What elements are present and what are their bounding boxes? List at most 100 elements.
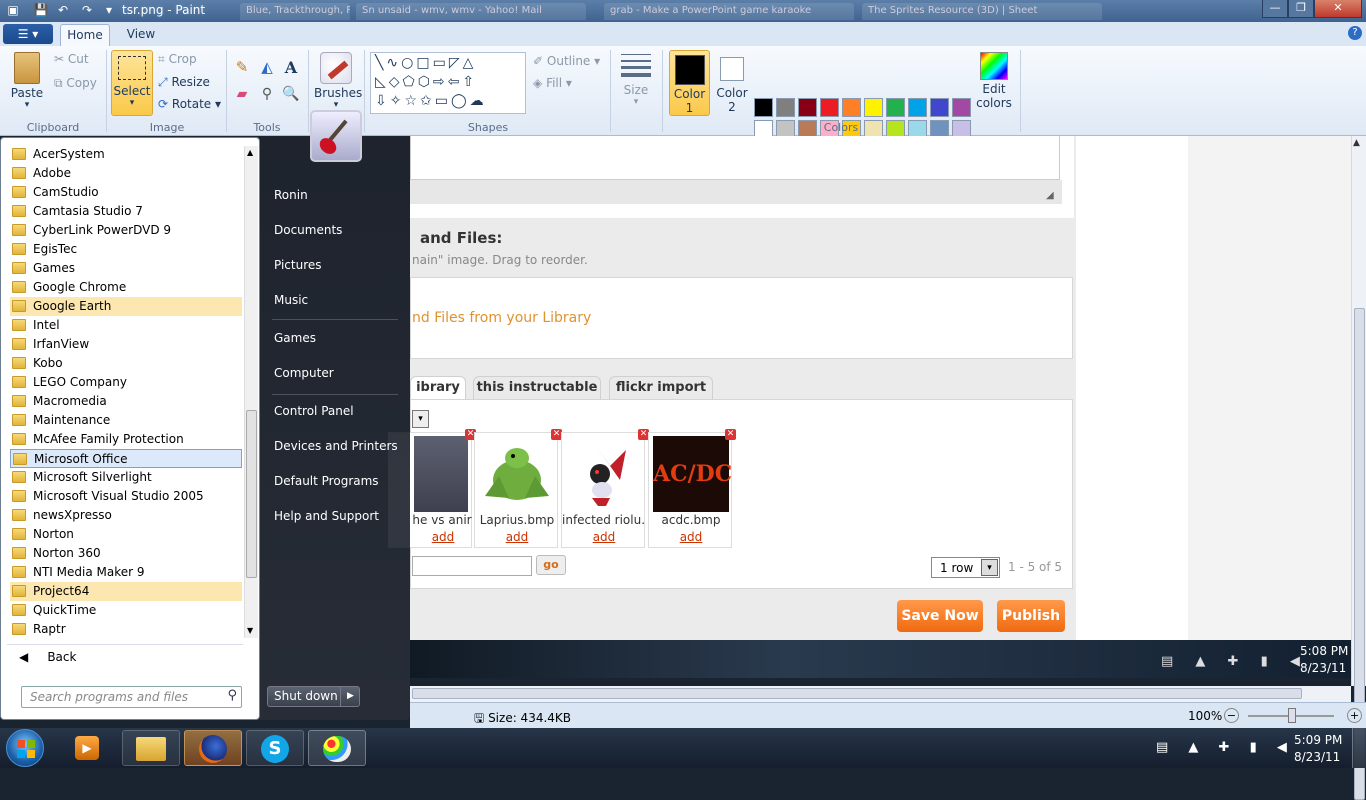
save-icon[interactable]: 💾 (32, 2, 50, 19)
program-folder-item[interactable]: CyberLink PowerDVD 9 (10, 221, 242, 240)
start-link-devices-and-printers[interactable]: Devices and Printers (274, 439, 398, 453)
start-link-default-programs[interactable]: Default Programs (274, 474, 379, 488)
fill-bucket-icon[interactable]: ◭ (257, 58, 277, 78)
remove-icon[interactable]: ✕ (725, 429, 736, 440)
system-tray-icons[interactable]: ▤ ▲ ✚ ▮ ◀ (1156, 740, 1295, 755)
resize-button[interactable]: ⤢ Resize (158, 75, 210, 90)
program-folder-item[interactable]: Maintenance (10, 411, 242, 430)
program-folder-item[interactable]: Norton 360 (10, 544, 242, 563)
image-thumbnail[interactable]: ✕ infected riolu.l add (561, 429, 649, 548)
program-folder-item[interactable]: newsXpresso (10, 506, 242, 525)
save-now-button[interactable]: Save Now (897, 600, 983, 632)
program-folder-item[interactable]: Raptr (10, 620, 242, 639)
library-link[interactable]: nd Files from your Library (412, 310, 591, 326)
scroll-thumb[interactable] (412, 688, 1302, 699)
program-folder-item[interactable]: Camtasia Studio 7 (10, 202, 242, 221)
shapes-gallery[interactable]: ╲∿○□▭◸△ ◺◇⬠⬡⇨⇦⇧ ⇩✧☆✩▭◯☁ (370, 52, 526, 114)
image-thumbnail[interactable]: AC/DC ✕ acdc.bmp add (648, 429, 736, 548)
scroll-down-icon[interactable]: ▼ (247, 626, 253, 635)
color-swatch[interactable] (754, 98, 773, 117)
program-folder-item[interactable]: McAfee Family Protection (10, 430, 242, 449)
eraser-icon[interactable]: ▰ (232, 86, 252, 106)
program-folder-item[interactable]: Google Chrome (10, 278, 242, 297)
program-folder-item[interactable]: Intel (10, 316, 242, 335)
start-link-documents[interactable]: Documents (274, 223, 342, 237)
add-link[interactable]: add (562, 530, 646, 544)
start-link-games[interactable]: Games (274, 331, 316, 345)
program-folder-item[interactable]: Microsoft Silverlight (10, 468, 242, 487)
start-button[interactable] (6, 729, 44, 767)
programs-scrollbar[interactable]: ▲ ▼ (244, 146, 258, 638)
program-folder-item[interactable]: Games (10, 259, 242, 278)
rotate-button[interactable]: ⟳ Rotate ▾ (158, 97, 221, 111)
add-link[interactable]: add (649, 530, 733, 544)
color-swatch[interactable] (864, 98, 883, 117)
publish-button[interactable]: Publish (997, 600, 1065, 632)
cut-button[interactable]: ✂ Cut (54, 52, 89, 66)
go-button[interactable]: go (536, 555, 566, 575)
program-folder-item[interactable]: Kobo (10, 354, 242, 373)
scroll-up-icon[interactable]: ▲ (247, 148, 253, 157)
minimize-button[interactable]: — (1262, 0, 1288, 18)
shutdown-options-arrow-icon[interactable]: ▶ (340, 686, 360, 707)
edit-colors-button[interactable]: Edit colors (976, 52, 1012, 118)
color-picker-icon[interactable]: ⚲ (257, 86, 277, 106)
search-library-input[interactable] (412, 556, 532, 576)
maximize-button[interactable]: ❐ (1288, 0, 1314, 18)
copy-button[interactable]: ⧉ Copy (54, 76, 97, 91)
zoom-out-icon[interactable]: − (1224, 708, 1239, 723)
media-player-taskbar-button[interactable]: ▶ (58, 730, 116, 766)
close-button[interactable]: ✕ (1314, 0, 1362, 18)
color-swatch[interactable] (908, 98, 927, 117)
start-link-computer[interactable]: Computer (274, 366, 334, 380)
library-dropzone[interactable]: nd Files from your Library (410, 277, 1073, 359)
color-2-button[interactable]: Color 2 (714, 50, 750, 116)
tab-home[interactable]: Home (60, 24, 110, 46)
search-icon[interactable]: ⚲ (227, 688, 237, 703)
text-tool-icon[interactable]: A (281, 58, 301, 78)
program-folder-item[interactable]: CamStudio (10, 183, 242, 202)
program-folder-item[interactable]: Microsoft Visual Studio 2005 (10, 487, 242, 506)
filter-dropdown[interactable]: ▾ (412, 410, 429, 428)
fill-button[interactable]: ◈ Fill ▾ (533, 76, 572, 90)
program-folder-item[interactable]: QuickTime (10, 601, 242, 620)
color-swatch[interactable] (798, 98, 817, 117)
color-1-button[interactable]: Color 1 (669, 50, 710, 116)
clock-time[interactable]: 5:09 PM (1294, 733, 1342, 747)
magnifier-icon[interactable]: 🔍 (281, 86, 301, 106)
image-thumbnail[interactable]: ✕ Laprius.bmp add (474, 429, 562, 548)
crop-button[interactable]: ⌗ Crop (158, 52, 197, 67)
rows-select[interactable]: 1 row ▾ (931, 557, 1000, 578)
firefox-taskbar-button[interactable] (184, 730, 242, 766)
paint-app-icon[interactable]: ▣ (4, 2, 22, 19)
color-swatch[interactable] (886, 98, 905, 117)
zoom-in-icon[interactable]: + (1347, 708, 1362, 723)
program-folder-item[interactable]: Google Earth (10, 297, 242, 316)
start-link-control-panel[interactable]: Control Panel (274, 404, 354, 418)
show-desktop-button[interactable] (1352, 728, 1366, 768)
explorer-taskbar-button[interactable] (122, 730, 180, 766)
color-swatch[interactable] (842, 98, 861, 117)
color-swatch[interactable] (820, 98, 839, 117)
skype-taskbar-button[interactable]: S (246, 730, 304, 766)
program-folder-item[interactable]: LEGO Company (10, 373, 242, 392)
program-folder-item[interactable]: IrfanView (10, 335, 242, 354)
undo-icon[interactable]: ↶ (54, 2, 72, 19)
tab-library[interactable]: ibrary (410, 376, 466, 400)
size-button[interactable]: Size ▾ (618, 52, 654, 116)
color-swatch[interactable] (952, 98, 971, 117)
program-folder-item[interactable]: Microsoft Office (10, 449, 242, 468)
zoom-slider-thumb[interactable] (1288, 708, 1296, 723)
outline-button[interactable]: ✐ Outline ▾ (533, 54, 600, 68)
program-folder-item[interactable]: EgisTec (10, 240, 242, 259)
paint-taskbar-button[interactable] (308, 730, 366, 766)
help-icon[interactable]: ? (1348, 26, 1362, 40)
scroll-up-icon[interactable]: ▲ (1353, 138, 1360, 148)
add-link[interactable]: add (475, 530, 559, 544)
start-link-music[interactable]: Music (274, 293, 308, 307)
program-folder-item[interactable]: AcerSystem (10, 145, 242, 164)
paint-menu-button[interactable]: ☰ ▾ (3, 24, 53, 44)
color-swatch[interactable] (776, 98, 795, 117)
horizontal-scrollbar[interactable] (410, 686, 1351, 702)
start-link-pictures[interactable]: Pictures (274, 258, 322, 272)
